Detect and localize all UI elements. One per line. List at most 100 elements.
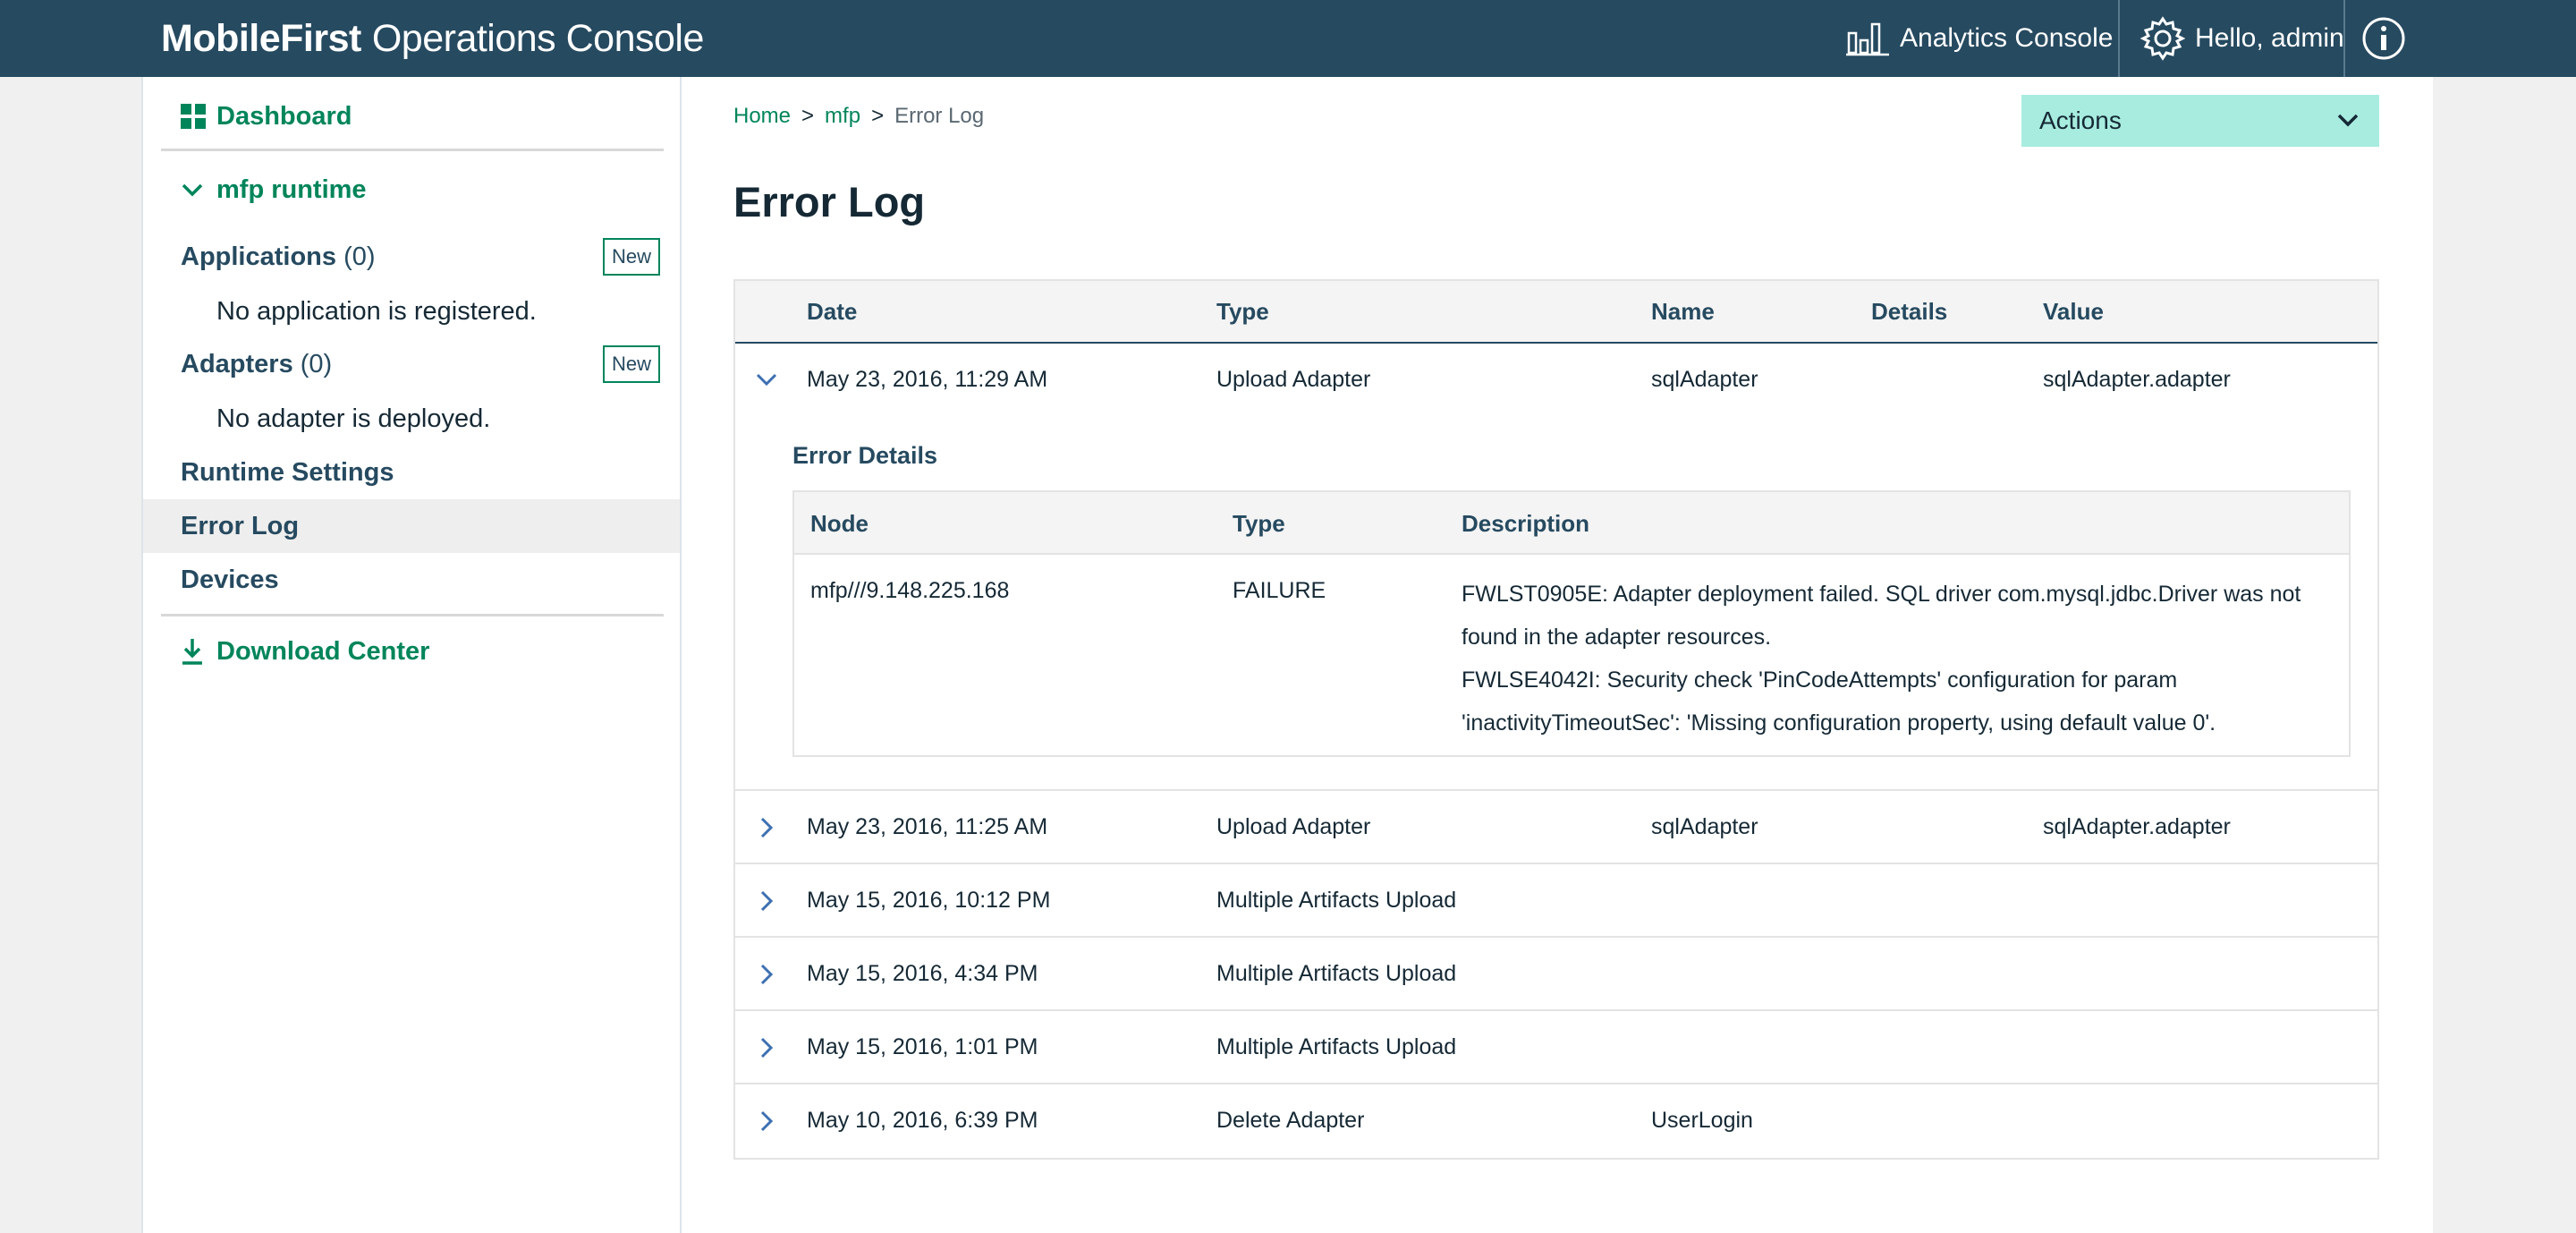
new-application-button[interactable]: New: [602, 238, 660, 276]
sidebar-item-dashboard[interactable]: Dashboard: [181, 98, 352, 134]
cell-date: May 23, 2016, 11:25 AM: [807, 814, 1048, 839]
sidebar: Dashboard mfp runtime Applications (0) N…: [141, 77, 682, 1233]
applications-section: Applications (0) New: [181, 238, 664, 276]
table-row[interactable]: May 23, 2016, 11:29 AM Upload Adapter sq…: [735, 344, 2377, 791]
cell-node: mfp///9.148.225.168: [810, 578, 1010, 603]
cell-date: May 15, 2016, 4:34 PM: [807, 961, 1038, 986]
table-row[interactable]: May 15, 2016, 10:12 PM Multiple Artifact…: [735, 864, 2377, 938]
chevron-right-icon: [760, 964, 774, 985]
cell-date: May 23, 2016, 11:29 AM: [807, 367, 1048, 392]
applications-heading[interactable]: Applications (0): [181, 242, 376, 272]
app-title: MobileFirst Operations Console: [161, 0, 704, 77]
adapters-count: (0): [300, 349, 333, 378]
breadcrumb: Home > mfp > Error Log: [733, 104, 984, 129]
column-header-description: Description: [1462, 510, 1590, 537]
main-content: Home > mfp > Error Log Actions Error Log…: [682, 77, 2433, 1233]
column-header-type: Type: [1233, 510, 1285, 537]
table-row[interactable]: May 15, 2016, 1:01 PM Multiple Artifacts…: [735, 1011, 2377, 1084]
runtime-label: mfp runtime: [216, 174, 367, 204]
cell-name: sqlAdapter: [1651, 367, 1758, 392]
description-line: FWLST0905E: Adapter deployment failed. S…: [1462, 582, 2301, 650]
user-label: Hello, admin: [2195, 23, 2344, 53]
sidebar-item-error-log[interactable]: Error Log: [143, 499, 680, 553]
error-log-table: Date Type Name Details Value May 23, 201…: [733, 279, 2379, 1160]
brand-bold: MobileFirst: [161, 16, 361, 60]
sidebar-item-runtime-settings[interactable]: Runtime Settings: [143, 446, 680, 499]
column-header-node: Node: [810, 510, 869, 537]
row-expand-toggle[interactable]: [753, 1108, 780, 1135]
row-expand-toggle[interactable]: [753, 961, 780, 988]
gear-icon: [2140, 16, 2186, 61]
cell-date: May 15, 2016, 1:01 PM: [807, 1034, 1038, 1059]
chevron-right-icon: [760, 1110, 774, 1132]
cell-value: sqlAdapter.adapter: [2043, 814, 2231, 839]
sidebar-item-devices[interactable]: Devices: [143, 553, 680, 607]
download-icon: [182, 639, 202, 665]
dashboard-label: Dashboard: [216, 101, 352, 131]
adapters-section: Adapters (0) New: [181, 345, 664, 383]
column-header-name[interactable]: Name: [1651, 281, 1715, 342]
chevron-right-icon: [760, 890, 774, 912]
cell-type: Upload Adapter: [1216, 367, 1371, 392]
row-collapse-toggle[interactable]: [753, 367, 780, 394]
cell-name: sqlAdapter: [1651, 814, 1758, 839]
applications-label: Applications: [181, 242, 337, 271]
chevron-right-icon: [760, 817, 774, 838]
sidebar-item-download-center[interactable]: Download Center: [181, 634, 429, 669]
brand-light: Operations Console: [371, 16, 705, 60]
actions-dropdown[interactable]: Actions: [2021, 95, 2379, 147]
new-adapter-button[interactable]: New: [602, 345, 660, 383]
cell-name: UserLogin: [1651, 1108, 1753, 1133]
row-expand-toggle[interactable]: [753, 888, 780, 914]
cell-type: Upload Adapter: [1216, 814, 1371, 839]
column-header-details[interactable]: Details: [1871, 281, 1947, 342]
applications-count: (0): [343, 242, 376, 271]
chevron-right-icon: [760, 1037, 774, 1059]
column-header-type[interactable]: Type: [1216, 281, 1269, 342]
sidebar-divider: [161, 614, 664, 616]
column-header-date[interactable]: Date: [807, 281, 857, 342]
adapters-heading[interactable]: Adapters (0): [181, 350, 332, 379]
sidebar-item-runtime[interactable]: mfp runtime: [181, 172, 367, 208]
info-icon: [2362, 17, 2405, 60]
analytics-console-link[interactable]: Analytics Console: [1846, 0, 2113, 77]
cell-type: Delete Adapter: [1216, 1108, 1365, 1133]
error-details-title: Error Details: [792, 442, 938, 469]
cell-error-type: FAILURE: [1233, 578, 1326, 603]
table-row[interactable]: May 10, 2016, 6:39 PM Delete Adapter Use…: [735, 1084, 2377, 1158]
header-divider: [2118, 0, 2120, 77]
download-center-label: Download Center: [216, 636, 430, 666]
breadcrumb-mfp[interactable]: mfp: [825, 104, 860, 129]
cell-description: FWLST0905E: Adapter deployment failed. S…: [1462, 573, 2338, 744]
cell-value: sqlAdapter.adapter: [2043, 367, 2231, 392]
breadcrumb-separator: >: [801, 104, 815, 128]
cell-type: Multiple Artifacts Upload: [1216, 961, 1457, 986]
chevron-down-icon: [2337, 114, 2359, 127]
cell-date: May 15, 2016, 10:12 PM: [807, 888, 1051, 913]
breadcrumb-current: Error Log: [894, 104, 985, 128]
applications-empty-text: No application is registered.: [216, 297, 537, 326]
adapters-empty-text: No adapter is deployed.: [216, 404, 491, 433]
cell-type: Multiple Artifacts Upload: [1216, 888, 1457, 913]
adapters-label: Adapters: [181, 349, 293, 378]
breadcrumb-separator: >: [871, 104, 885, 128]
info-button[interactable]: [2361, 0, 2415, 77]
table-header: Date Type Name Details Value: [735, 281, 2377, 344]
row-expand-toggle[interactable]: [753, 814, 780, 841]
grid-icon: [181, 104, 206, 129]
cell-date: May 10, 2016, 6:39 PM: [807, 1108, 1038, 1133]
actions-label: Actions: [2039, 106, 2122, 134]
table-row[interactable]: May 23, 2016, 11:25 AM Upload Adapter sq…: [735, 791, 2377, 864]
column-header-value[interactable]: Value: [2043, 281, 2104, 342]
row-expand-toggle[interactable]: [753, 1034, 780, 1061]
cell-type: Multiple Artifacts Upload: [1216, 1034, 1457, 1059]
sidebar-divider: [161, 149, 664, 151]
description-line: FWLSE4042I: Security check 'PinCodeAttem…: [1462, 668, 2216, 736]
breadcrumb-home[interactable]: Home: [733, 104, 791, 129]
error-details-header: Node Type Description: [794, 492, 2349, 555]
bar-chart-icon: [1846, 22, 1889, 56]
chevron-down-icon: [182, 183, 203, 197]
table-row[interactable]: May 15, 2016, 4:34 PM Multiple Artifacts…: [735, 938, 2377, 1011]
page-title: Error Log: [733, 178, 926, 225]
user-menu[interactable]: Hello, admin: [2140, 0, 2344, 77]
